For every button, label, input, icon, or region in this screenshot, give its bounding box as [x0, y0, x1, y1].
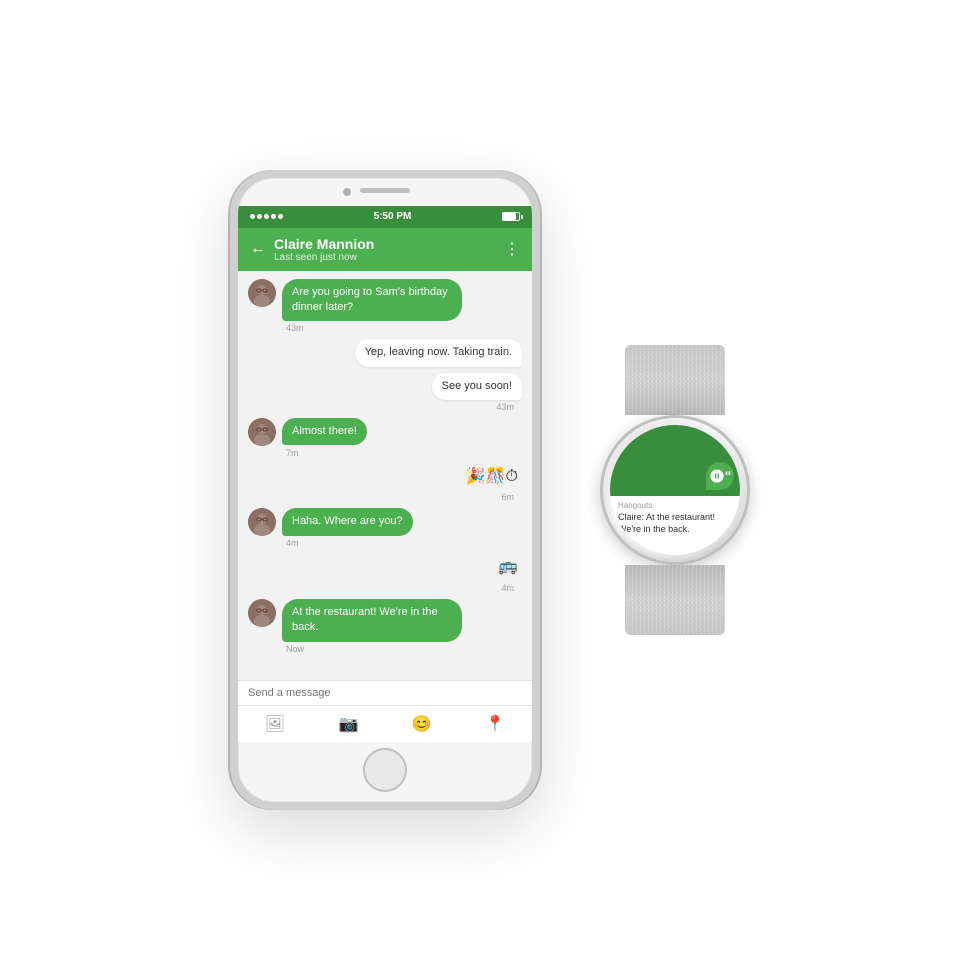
- message-time-8: Now: [282, 644, 522, 654]
- message-row-5: 🎉🎊⏱: [248, 464, 522, 490]
- avatar-image-1: [248, 279, 276, 307]
- status-bar: 5:50 PM: [238, 206, 532, 228]
- phone-volume-up: [230, 298, 232, 328]
- message-time-7: 4m: [248, 583, 518, 593]
- chat-area: Are you going to Sam's birthday dinner l…: [238, 271, 532, 680]
- watch-message-text: Claire: At the restaurant! We're in the …: [618, 512, 732, 535]
- avatar-claire-4: [248, 418, 276, 446]
- message-block-7: 🚌 4m: [248, 554, 522, 592]
- phone-device: 5:50 PM ← Claire Mannion Last seen just …: [230, 170, 540, 810]
- message-row-6: Haha. Where are you?: [248, 508, 522, 536]
- phone-screen: 5:50 PM ← Claire Mannion Last seen just …: [238, 206, 532, 742]
- message-bubble-2: Yep, leaving now. Taking train.: [355, 339, 522, 366]
- phone-camera: [343, 188, 351, 196]
- watch-screen: Hangouts Claire: At the restaurant! We'r…: [610, 425, 740, 555]
- watch-app-label: Hangouts: [618, 501, 732, 510]
- message-block-8: At the restaurant! We're in the back. No…: [248, 599, 522, 654]
- message-block-5: 🎉🎊⏱ 6m: [248, 464, 522, 502]
- watch-screen-content: Hangouts Claire: At the restaurant! We'r…: [610, 425, 740, 555]
- back-button[interactable]: ←: [250, 240, 266, 258]
- message-row-8: At the restaurant! We're in the back.: [248, 599, 522, 642]
- camera-icon[interactable]: 📷: [331, 710, 367, 738]
- band-mesh-top: [625, 345, 725, 415]
- signal-dot-3: [264, 214, 269, 219]
- battery-icon: [502, 212, 520, 221]
- avatar-image-6: [248, 508, 276, 536]
- image-attachment-icon[interactable]: 🖼: [257, 710, 293, 738]
- message-bubble-5: 🎉🎊⏱: [462, 464, 522, 490]
- message-bubble-8: At the restaurant! We're in the back.: [282, 599, 462, 642]
- message-block-2: Yep, leaving now. Taking train.: [248, 339, 522, 366]
- message-time-3: 43m: [248, 402, 518, 412]
- message-input-area: [238, 680, 532, 705]
- watch-case: Hangouts Claire: At the restaurant! We'r…: [600, 415, 750, 565]
- watch-crown: [747, 476, 750, 504]
- status-time: 5:50 PM: [374, 211, 412, 222]
- message-time-6: 4m: [282, 538, 522, 548]
- phone-volume-down: [230, 338, 232, 368]
- scene: 5:50 PM ← Claire Mannion Last seen just …: [0, 0, 980, 979]
- message-row-4: Almost there!: [248, 418, 522, 446]
- band-mesh-bottom: [625, 565, 725, 635]
- message-bubble-3: See you soon!: [432, 373, 522, 400]
- avatar-claire-1: [248, 279, 276, 307]
- message-row-1: Are you going to Sam's birthday dinner l…: [248, 279, 522, 322]
- avatar-image-8: [248, 599, 276, 627]
- message-bubble-6: Haha. Where are you?: [282, 508, 413, 535]
- message-bubble-4: Almost there!: [282, 418, 367, 445]
- watch-band-top: [625, 345, 725, 415]
- watch-notification-body: Hangouts Claire: At the restaurant! We'r…: [610, 496, 740, 555]
- message-block-4: Almost there! 7m: [248, 418, 522, 458]
- watch-device: Hangouts Claire: At the restaurant! We'r…: [600, 345, 750, 635]
- contact-name: Claire Mannion: [274, 236, 496, 252]
- overflow-menu-icon[interactable]: ⋮: [504, 239, 520, 259]
- message-block-6: Haha. Where are you? 4m: [248, 508, 522, 548]
- signal-dot-4: [271, 214, 276, 219]
- phone-power-button: [538, 318, 540, 368]
- signal-dot-1: [250, 214, 255, 219]
- location-icon[interactable]: 📍: [477, 710, 513, 738]
- phone-home-button[interactable]: [363, 748, 407, 792]
- message-time-4: 7m: [282, 448, 522, 458]
- message-time-5: 6m: [248, 492, 518, 502]
- watch-notification-header: [610, 425, 740, 497]
- watch-band-bottom: [625, 565, 725, 635]
- message-block-3: See you soon! 43m: [248, 373, 522, 412]
- message-block-1: Are you going to Sam's birthday dinner l…: [248, 279, 522, 334]
- signal-dot-5: [278, 214, 283, 219]
- phone-speaker: [360, 188, 410, 193]
- battery-fill: [503, 213, 516, 220]
- avatar-claire-6: [248, 508, 276, 536]
- sticker-icon[interactable]: 😊: [404, 710, 440, 738]
- signal-dots: [250, 214, 283, 219]
- avatar-claire-8: [248, 599, 276, 627]
- message-bubble-7: 🚌: [494, 554, 522, 580]
- avatar-image-4: [248, 418, 276, 446]
- contact-info: Claire Mannion Last seen just now: [274, 236, 496, 263]
- message-time-1: 43m: [282, 323, 522, 333]
- input-toolbar: 🖼 📷 😊 📍: [238, 705, 532, 742]
- message-row-7: 🚌: [248, 554, 522, 580]
- hangouts-app-icon: [706, 462, 734, 490]
- message-row-2: Yep, leaving now. Taking train.: [248, 339, 522, 366]
- last-seen-status: Last seen just now: [274, 252, 496, 263]
- message-bubble-1: Are you going to Sam's birthday dinner l…: [282, 279, 462, 322]
- chat-header: ← Claire Mannion Last seen just now ⋮: [238, 228, 532, 271]
- signal-dot-2: [257, 214, 262, 219]
- message-input[interactable]: [248, 687, 522, 699]
- message-row-3: See you soon!: [248, 373, 522, 400]
